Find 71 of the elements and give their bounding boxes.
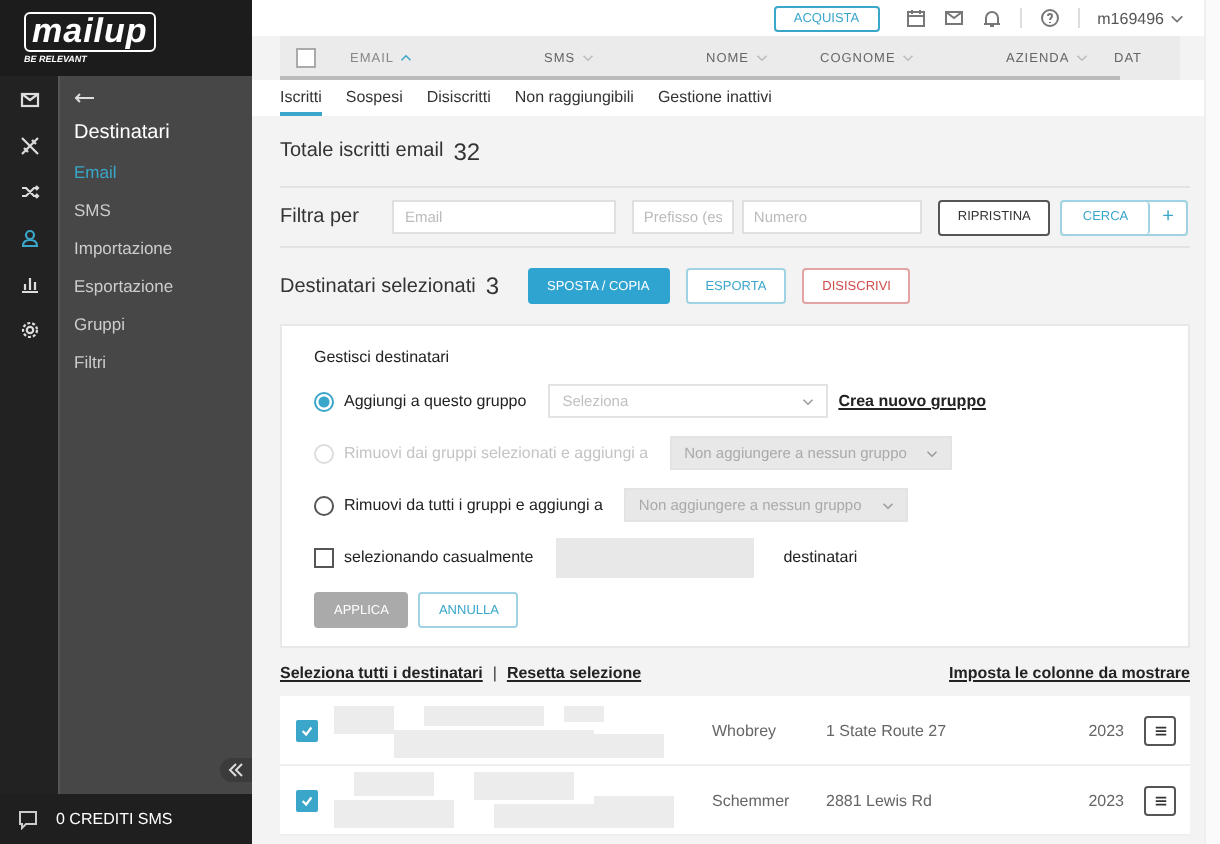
radio-button[interactable] (314, 495, 334, 515)
panel-title: Gestisci destinatari (314, 348, 452, 366)
option-label: Aggiungi a questo gruppo (344, 392, 527, 410)
total-label: Totale iscritti email (280, 140, 444, 162)
tab[interactable]: Disiscritti (426, 80, 491, 116)
chevron-down-icon (1170, 13, 1184, 23)
select-all-checkbox[interactable] (296, 48, 316, 68)
check-icon (300, 793, 314, 807)
table-cell-text: Schemmer (712, 791, 792, 809)
settings-icon[interactable] (19, 320, 39, 340)
sidebar-item[interactable]: SMS (74, 200, 252, 220)
reset-selection-link[interactable]: Resetta selezione (506, 663, 642, 681)
table-cell: 2023 (1088, 791, 1124, 809)
sms-credits: 0 CREDITI SMS (56, 810, 173, 828)
double-chevron-icon (228, 762, 244, 778)
sort-icon (1075, 54, 1088, 62)
horizontal-scrollbar[interactable] (280, 76, 1120, 80)
option-label: Rimuovi da tutti i gruppi e aggiungi a (344, 496, 603, 514)
sidebar-item[interactable]: Gruppi (74, 314, 252, 334)
back-arrow-icon[interactable] (74, 92, 94, 104)
row-checkbox[interactable] (296, 789, 318, 811)
option-label: selezionando casualmente (344, 548, 534, 566)
sort-icon (755, 54, 767, 62)
collapse-button[interactable] (220, 758, 252, 782)
selected-label: Destinatari selezionati (280, 275, 476, 297)
menu-icon (1153, 793, 1167, 807)
sidebar-item[interactable]: Importazione (74, 238, 252, 258)
user-icon[interactable] (19, 228, 39, 248)
link-separator: | (492, 663, 497, 681)
calendar-icon[interactable] (905, 8, 926, 28)
shuffle-icon[interactable] (19, 182, 39, 202)
chevron-down-icon (926, 449, 939, 457)
chart-icon[interactable] (19, 274, 39, 294)
table-cell: 2023 (1088, 721, 1124, 739)
table-cell-text: 1 State Route 27 (826, 721, 949, 739)
table-cell-text: Whobrey (712, 721, 779, 739)
recipients-label: destinatari (783, 548, 858, 566)
help-icon[interactable] (1039, 8, 1060, 28)
sidebar-item[interactable]: Esportazione (74, 276, 252, 296)
sidebar-title: Destinatari (74, 122, 172, 144)
chevron-down-icon (881, 501, 894, 509)
sort-icon (400, 54, 413, 62)
chevron-down-icon (802, 397, 815, 405)
checkbox[interactable] (314, 547, 334, 567)
tab[interactable]: Gestione inattivi (657, 80, 772, 116)
add-button[interactable]: + (1150, 201, 1186, 233)
row-menu-button[interactable] (1144, 715, 1176, 745)
tab[interactable]: Iscritti (280, 80, 322, 116)
option-label: Rimuovi dai gruppi selezionati e aggiungi a (344, 444, 649, 462)
create-group-link[interactable]: Crea nuovo gruppo (838, 392, 986, 410)
total-count: 32 (453, 137, 481, 165)
chat-icon (18, 809, 38, 829)
user-menu[interactable]: m169496 (1097, 9, 1164, 27)
columns-link[interactable]: Imposta le colonne da mostrare (949, 663, 1190, 681)
tab[interactable]: Sospesi (345, 80, 403, 116)
menu-icon (1153, 723, 1167, 737)
tab[interactable]: Non raggiungibili (514, 80, 634, 116)
selected-count: 3 (485, 272, 500, 300)
sort-icon (581, 54, 594, 62)
row-menu-button[interactable] (1144, 785, 1176, 815)
sort-icon (901, 54, 914, 62)
bell-icon[interactable] (981, 8, 1002, 28)
radio-button[interactable] (314, 391, 334, 411)
check-icon (300, 723, 314, 737)
tools-icon[interactable] (19, 136, 39, 156)
sidebar-item[interactable]: Filtri (74, 352, 252, 372)
sidebar-item[interactable]: Email (74, 162, 252, 182)
filter-label: Filtra per (280, 206, 359, 228)
table-cell-text: 2881 Lewis Rd (826, 791, 934, 809)
select-all-link[interactable]: Seleziona tutti i destinatari (280, 663, 483, 681)
row-checkbox[interactable] (296, 719, 318, 741)
